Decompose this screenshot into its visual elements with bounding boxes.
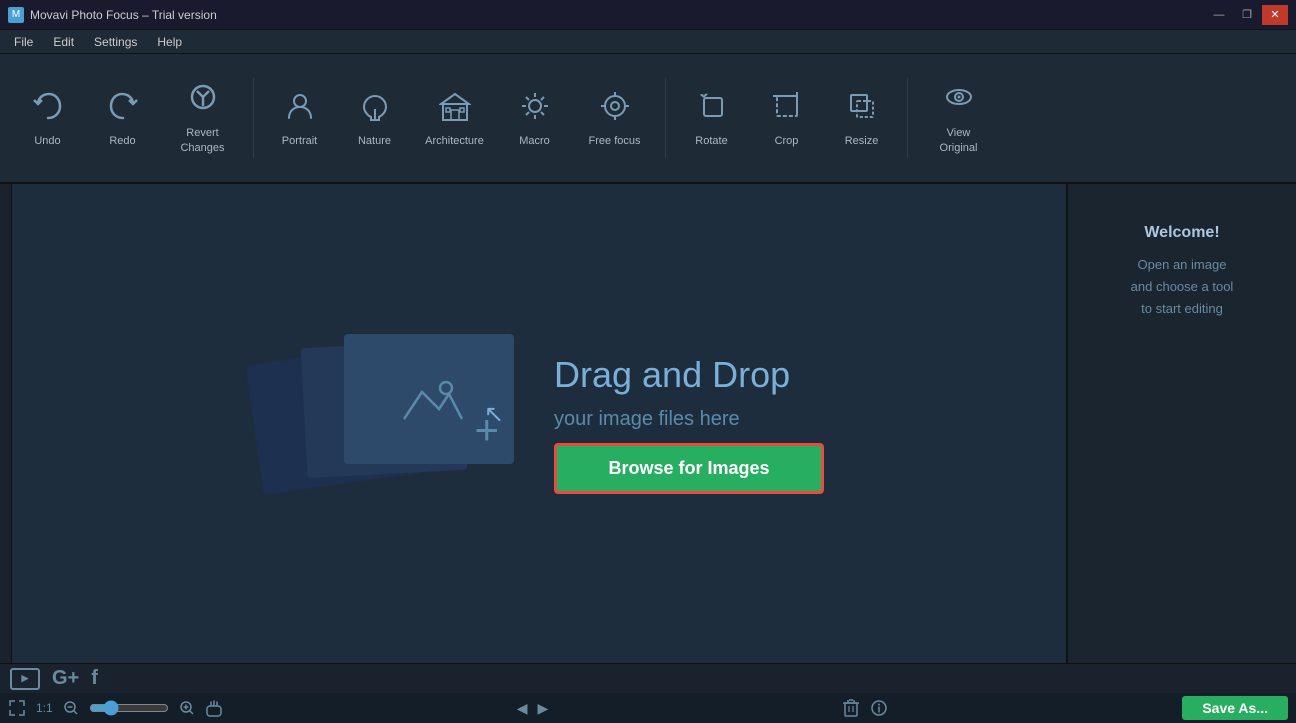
architecture-label: Architecture <box>425 135 484 147</box>
view-original-label: ViewOriginal <box>940 126 978 155</box>
macro-button[interactable]: Macro <box>497 63 572 173</box>
free-focus-label: Free focus <box>589 135 641 147</box>
nature-label: Nature <box>358 135 391 147</box>
minimize-button[interactable]: — <box>1206 5 1232 25</box>
prev-image-button[interactable]: ◀ <box>517 700 528 717</box>
nature-icon <box>359 90 391 129</box>
view-original-button[interactable]: ViewOriginal <box>916 63 1001 173</box>
menu-help[interactable]: Help <box>147 33 192 51</box>
toolbar: Undo Redo RevertChanges Portrait Nature … <box>0 54 1296 184</box>
portrait-button[interactable]: Portrait <box>262 63 337 173</box>
macro-label: Macro <box>519 135 550 147</box>
browse-for-images-button[interactable]: Browse for Images <box>554 443 824 494</box>
undo-label: Undo <box>34 135 60 147</box>
delete-button[interactable] <box>842 698 860 718</box>
drop-zone: + ↖ Drag and Drop your image files here … <box>254 324 824 524</box>
free-focus-icon <box>599 90 631 129</box>
crop-icon <box>771 90 803 129</box>
portrait-label: Portrait <box>282 135 317 147</box>
revert-button[interactable]: RevertChanges <box>160 63 245 173</box>
architecture-icon <box>439 90 471 129</box>
undo-button[interactable]: Undo <box>10 63 85 173</box>
separator-1 <box>253 78 254 158</box>
zoom-out-button[interactable] <box>63 700 79 716</box>
next-image-button[interactable]: ▶ <box>538 700 549 717</box>
right-panel: Welcome! Open an imageand choose a toolt… <box>1066 184 1296 663</box>
menu-settings[interactable]: Settings <box>84 33 147 51</box>
title-bar: M Movavi Photo Focus – Trial version — ❐… <box>0 0 1296 30</box>
crop-label: Crop <box>775 135 799 147</box>
revert-icon <box>187 81 219 120</box>
redo-label: Redo <box>109 135 135 147</box>
info-button[interactable] <box>870 699 888 717</box>
free-focus-button[interactable]: Free focus <box>572 63 657 173</box>
portrait-icon <box>284 90 316 129</box>
resize-label: Resize <box>845 135 879 147</box>
fit-to-window-button[interactable] <box>8 699 26 717</box>
bottom-bar: ▶ G+ f <box>0 663 1296 693</box>
window-controls: — ❐ ✕ <box>1206 5 1288 25</box>
left-strip <box>0 184 12 663</box>
image-placeholder-main: + ↖ <box>344 334 514 464</box>
redo-button[interactable]: Redo <box>85 63 160 173</box>
view-original-icon <box>943 81 975 120</box>
drag-drop-subtitle: your image files here <box>554 408 740 431</box>
welcome-title: Welcome! <box>1144 224 1219 242</box>
rotate-icon <box>696 90 728 129</box>
facebook-icon[interactable]: f <box>91 667 98 690</box>
architecture-button[interactable]: Architecture <box>412 63 497 173</box>
drop-text: Drag and Drop your image files here Brow… <box>554 354 824 494</box>
resize-icon <box>846 90 878 129</box>
nature-button[interactable]: Nature <box>337 63 412 173</box>
main-content: + ↖ Drag and Drop your image files here … <box>0 184 1296 663</box>
app-icon: M <box>8 7 24 23</box>
status-bar: 1:1 ◀ ▶ Save As... <box>0 693 1296 723</box>
crop-button[interactable]: Crop <box>749 63 824 173</box>
title-bar-left: M Movavi Photo Focus – Trial version <box>8 7 217 23</box>
menu-file[interactable]: File <box>4 33 43 51</box>
menu-edit[interactable]: Edit <box>43 33 84 51</box>
title-text: Movavi Photo Focus – Trial version <box>30 8 217 22</box>
undo-icon <box>32 90 64 129</box>
rotate-button[interactable]: Rotate <box>674 63 749 173</box>
resize-button[interactable]: Resize <box>824 63 899 173</box>
separator-2 <box>665 78 666 158</box>
redo-icon <box>107 90 139 129</box>
hand-tool-button[interactable] <box>205 698 223 718</box>
zoom-ratio-label: 1:1 <box>36 701 53 715</box>
macro-icon <box>519 90 551 129</box>
revert-label: RevertChanges <box>180 126 224 155</box>
separator-3 <box>907 78 908 158</box>
zoom-in-button[interactable] <box>179 700 195 716</box>
google-plus-icon[interactable]: G+ <box>52 667 79 690</box>
zoom-slider[interactable] <box>89 700 169 716</box>
canvas-area[interactable]: + ↖ Drag and Drop your image files here … <box>12 184 1066 663</box>
drop-images: + ↖ <box>254 324 514 524</box>
welcome-text: Open an imageand choose a toolto start e… <box>1111 254 1254 320</box>
youtube-icon[interactable]: ▶ <box>10 668 40 690</box>
menu-bar: File Edit Settings Help <box>0 30 1296 54</box>
drag-drop-title: Drag and Drop <box>554 354 790 396</box>
close-button[interactable]: ✕ <box>1262 5 1288 25</box>
maximize-button[interactable]: ❐ <box>1234 5 1260 25</box>
rotate-label: Rotate <box>695 135 727 147</box>
save-as-button[interactable]: Save As... <box>1182 696 1288 720</box>
